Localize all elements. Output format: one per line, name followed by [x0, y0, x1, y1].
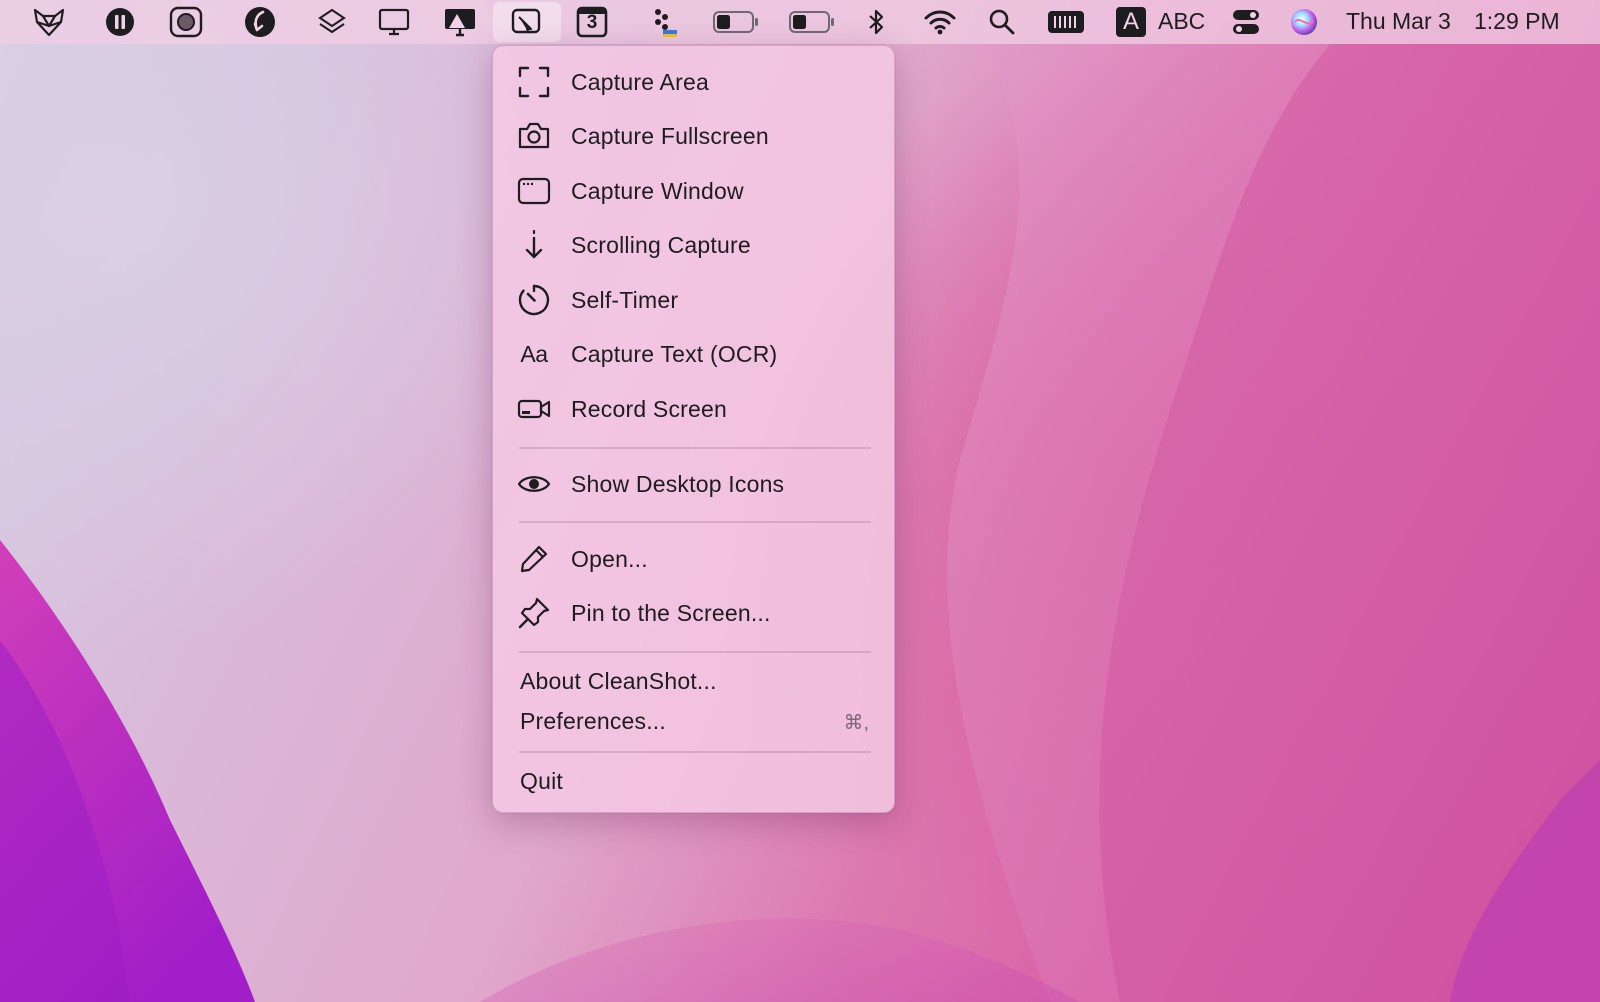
window-icon: [517, 174, 551, 208]
tv-icon[interactable]: [442, 6, 478, 38]
control-center-icon[interactable]: [1228, 6, 1264, 38]
menu-bar: 3 A ABC Thu Mar 3 1:29 PM: [0, 0, 1600, 44]
preferences-shortcut: ⌘,: [843, 712, 869, 734]
capture-area-icon: [517, 65, 551, 99]
menu-item-capture-window[interactable]: Capture Window: [517, 168, 871, 214]
eye-icon: [517, 467, 551, 501]
menu-separator: [519, 447, 871, 449]
menu-item-label: Capture Fullscreen: [571, 122, 769, 149]
menu-item-preferences[interactable]: Preferences... ⌘,: [517, 698, 871, 744]
menu-item-scrolling-capture[interactable]: Scrolling Capture: [517, 222, 871, 268]
arrow-down-icon: [517, 228, 551, 262]
scroll-icon[interactable]: [242, 6, 278, 38]
menu-item-pin-to-screen[interactable]: Pin to the Screen...: [517, 590, 871, 636]
fox-icon[interactable]: [31, 6, 67, 38]
wifi-icon[interactable]: [922, 6, 958, 38]
display-icon[interactable]: [376, 6, 412, 38]
menu-item-show-desktop-icons[interactable]: Show Desktop Icons: [517, 461, 871, 507]
input-source-label[interactable]: ABC: [1158, 8, 1205, 35]
calendar-badge-number: 3: [586, 12, 598, 33]
dots-icon[interactable]: [646, 6, 682, 38]
cleanshot-dropdown-menu: Capture Area Capture Fullscreen Capture …: [492, 45, 895, 813]
text-aa-icon: Aa: [517, 337, 551, 371]
menu-item-label: About CleanShot...: [520, 667, 717, 694]
menu-separator: [519, 651, 871, 653]
screen-record-icon[interactable]: [168, 6, 204, 38]
layers-icon[interactable]: [314, 6, 350, 38]
menu-separator: [519, 751, 871, 753]
menu-separator: [519, 521, 871, 523]
search-icon[interactable]: [984, 6, 1020, 38]
input-source-icon[interactable]: A: [1114, 6, 1148, 38]
menu-item-label: Pin to the Screen...: [571, 599, 771, 626]
menu-item-label: Quit: [520, 767, 563, 794]
menu-item-record-screen[interactable]: Record Screen: [517, 386, 871, 432]
menu-item-label: Show Desktop Icons: [571, 470, 785, 497]
timer-icon: [517, 283, 551, 317]
camera-icon: [517, 119, 551, 153]
menu-item-label: Scrolling Capture: [571, 231, 751, 258]
menu-item-label: Self-Timer: [571, 286, 679, 313]
bluetooth-icon[interactable]: [858, 6, 894, 38]
menubar-time[interactable]: 1:29 PM: [1474, 8, 1560, 35]
menu-item-capture-area[interactable]: Capture Area: [517, 59, 871, 105]
menu-item-capture-fullscreen[interactable]: Capture Fullscreen: [517, 113, 871, 159]
menu-item-self-timer[interactable]: Self-Timer: [517, 277, 871, 323]
calendar-icon[interactable]: 3: [574, 6, 610, 38]
menu-item-open[interactable]: Open...: [517, 536, 871, 582]
menu-item-label: Capture Text (OCR): [571, 340, 778, 367]
menu-item-label: Record Screen: [571, 395, 728, 422]
battery-icon[interactable]: [789, 6, 835, 38]
video-camera-icon: [517, 392, 551, 426]
memory-icon[interactable]: [1046, 6, 1086, 38]
menubar-date[interactable]: Thu Mar 3: [1346, 8, 1451, 35]
pause-icon[interactable]: [102, 6, 138, 38]
menu-item-capture-text-ocr[interactable]: Aa Capture Text (OCR): [517, 331, 871, 377]
cleanshot-icon[interactable]: [508, 6, 544, 38]
menu-item-label: Open...: [571, 545, 648, 572]
input-letter: A: [1116, 7, 1146, 37]
pencil-icon: [517, 542, 551, 576]
siri-icon[interactable]: [1286, 6, 1322, 38]
ocr-glyph: Aa: [520, 340, 548, 367]
menu-item-quit[interactable]: Quit: [517, 758, 871, 804]
battery-icon[interactable]: [713, 6, 759, 38]
menu-item-label: Capture Area: [571, 68, 709, 95]
pin-icon: [517, 596, 551, 630]
menu-item-label: Preferences...: [520, 707, 666, 734]
menu-item-label: Capture Window: [571, 177, 744, 204]
